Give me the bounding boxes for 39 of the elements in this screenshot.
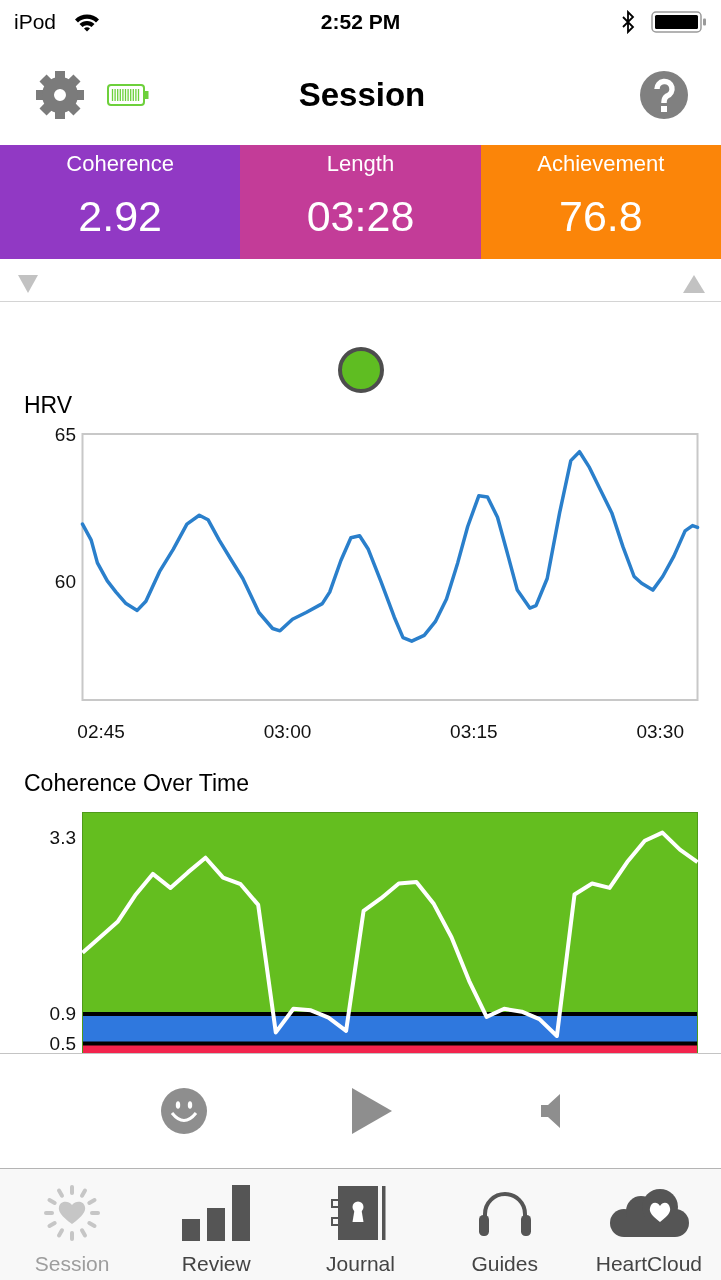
axis-tick-label: 65 xyxy=(54,423,76,445)
cloud-heart-icon xyxy=(608,1189,689,1237)
device-battery-icon xyxy=(107,83,149,106)
stat-value: 03:28 xyxy=(306,192,415,240)
battery-icon xyxy=(651,11,707,33)
tab-bar-item[interactable]: Guides xyxy=(432,1169,577,1280)
axis-tick-label: 03:30 xyxy=(636,720,684,742)
down-triangle-icon[interactable] xyxy=(18,275,38,293)
axis-tick-label: 3.3 xyxy=(49,826,76,848)
axis-tick-label: 0.5 xyxy=(49,1032,76,1053)
axis-tick-label: 02:45 xyxy=(77,720,125,742)
chart-title: Coherence Over Time xyxy=(23,771,249,795)
speaker-icon[interactable] xyxy=(541,1094,561,1128)
headphones-icon xyxy=(477,1190,532,1236)
stat-label: Achievement xyxy=(537,151,665,177)
tab-bar-item[interactable]: Review xyxy=(144,1169,289,1280)
smiley-icon[interactable] xyxy=(161,1088,207,1134)
tab-bar-item[interactable]: HeartCloud xyxy=(576,1169,721,1280)
heart-rays-icon xyxy=(42,1183,103,1243)
stat-value: 2.92 xyxy=(78,192,162,240)
play-icon[interactable] xyxy=(352,1088,392,1134)
settings-icon[interactable] xyxy=(36,70,84,119)
up-triangle-icon[interactable] xyxy=(683,275,705,293)
axis-tick-label: 03:15 xyxy=(450,720,498,742)
stat-label: Coherence xyxy=(66,151,174,177)
axis-tick-label: 03:00 xyxy=(263,720,312,742)
wifi-signal-icon xyxy=(74,12,101,32)
stat-label: Length xyxy=(326,151,395,177)
chart-title: HRV xyxy=(23,393,73,417)
screen-title: Session xyxy=(298,75,426,114)
axis-tick-label: 0.9 xyxy=(49,1003,76,1025)
axis-tick-label: 60 xyxy=(54,571,76,593)
stat-value: 76.8 xyxy=(558,192,643,240)
help-icon[interactable] xyxy=(640,70,688,119)
tab-bar-item[interactable]: Journal xyxy=(288,1169,433,1280)
bluetooth-icon xyxy=(621,10,635,34)
status-time: 2:52 PM xyxy=(320,10,401,34)
bar-chart-icon xyxy=(182,1185,251,1241)
carrier-name: iPod xyxy=(14,10,57,34)
